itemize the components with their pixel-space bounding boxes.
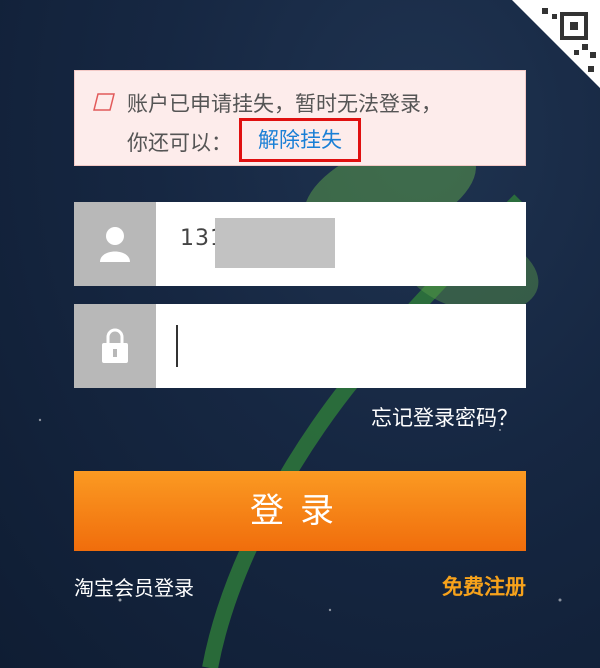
username-field[interactable]: 131 xyxy=(74,202,526,286)
taobao-member-login-link[interactable]: 淘宝会员登录 xyxy=(74,572,194,601)
free-register-link[interactable]: 免费注册 xyxy=(442,571,526,601)
username-icon-box xyxy=(74,202,156,286)
forgot-password-link[interactable]: 忘记登录密码？ xyxy=(371,402,518,432)
password-field[interactable] xyxy=(74,304,526,388)
lock-icon xyxy=(102,328,128,363)
login-panel: 账户已申请挂失，暂时无法登录， 你还可以： 解除挂失 131 忘记登录密码？ 登… xyxy=(0,0,600,668)
user-icon xyxy=(100,227,130,262)
warning-icon xyxy=(93,93,115,111)
alert-message: 账户已申请挂失，暂时无法登录， xyxy=(127,92,442,116)
text-cursor xyxy=(176,325,178,367)
redacted-mask xyxy=(215,218,335,268)
login-button[interactable]: 登录 xyxy=(74,471,526,551)
password-icon-box xyxy=(74,304,156,388)
alert-suggestion: 你还可以： xyxy=(127,131,232,155)
unlock-account-link[interactable]: 解除挂失 xyxy=(239,118,361,162)
